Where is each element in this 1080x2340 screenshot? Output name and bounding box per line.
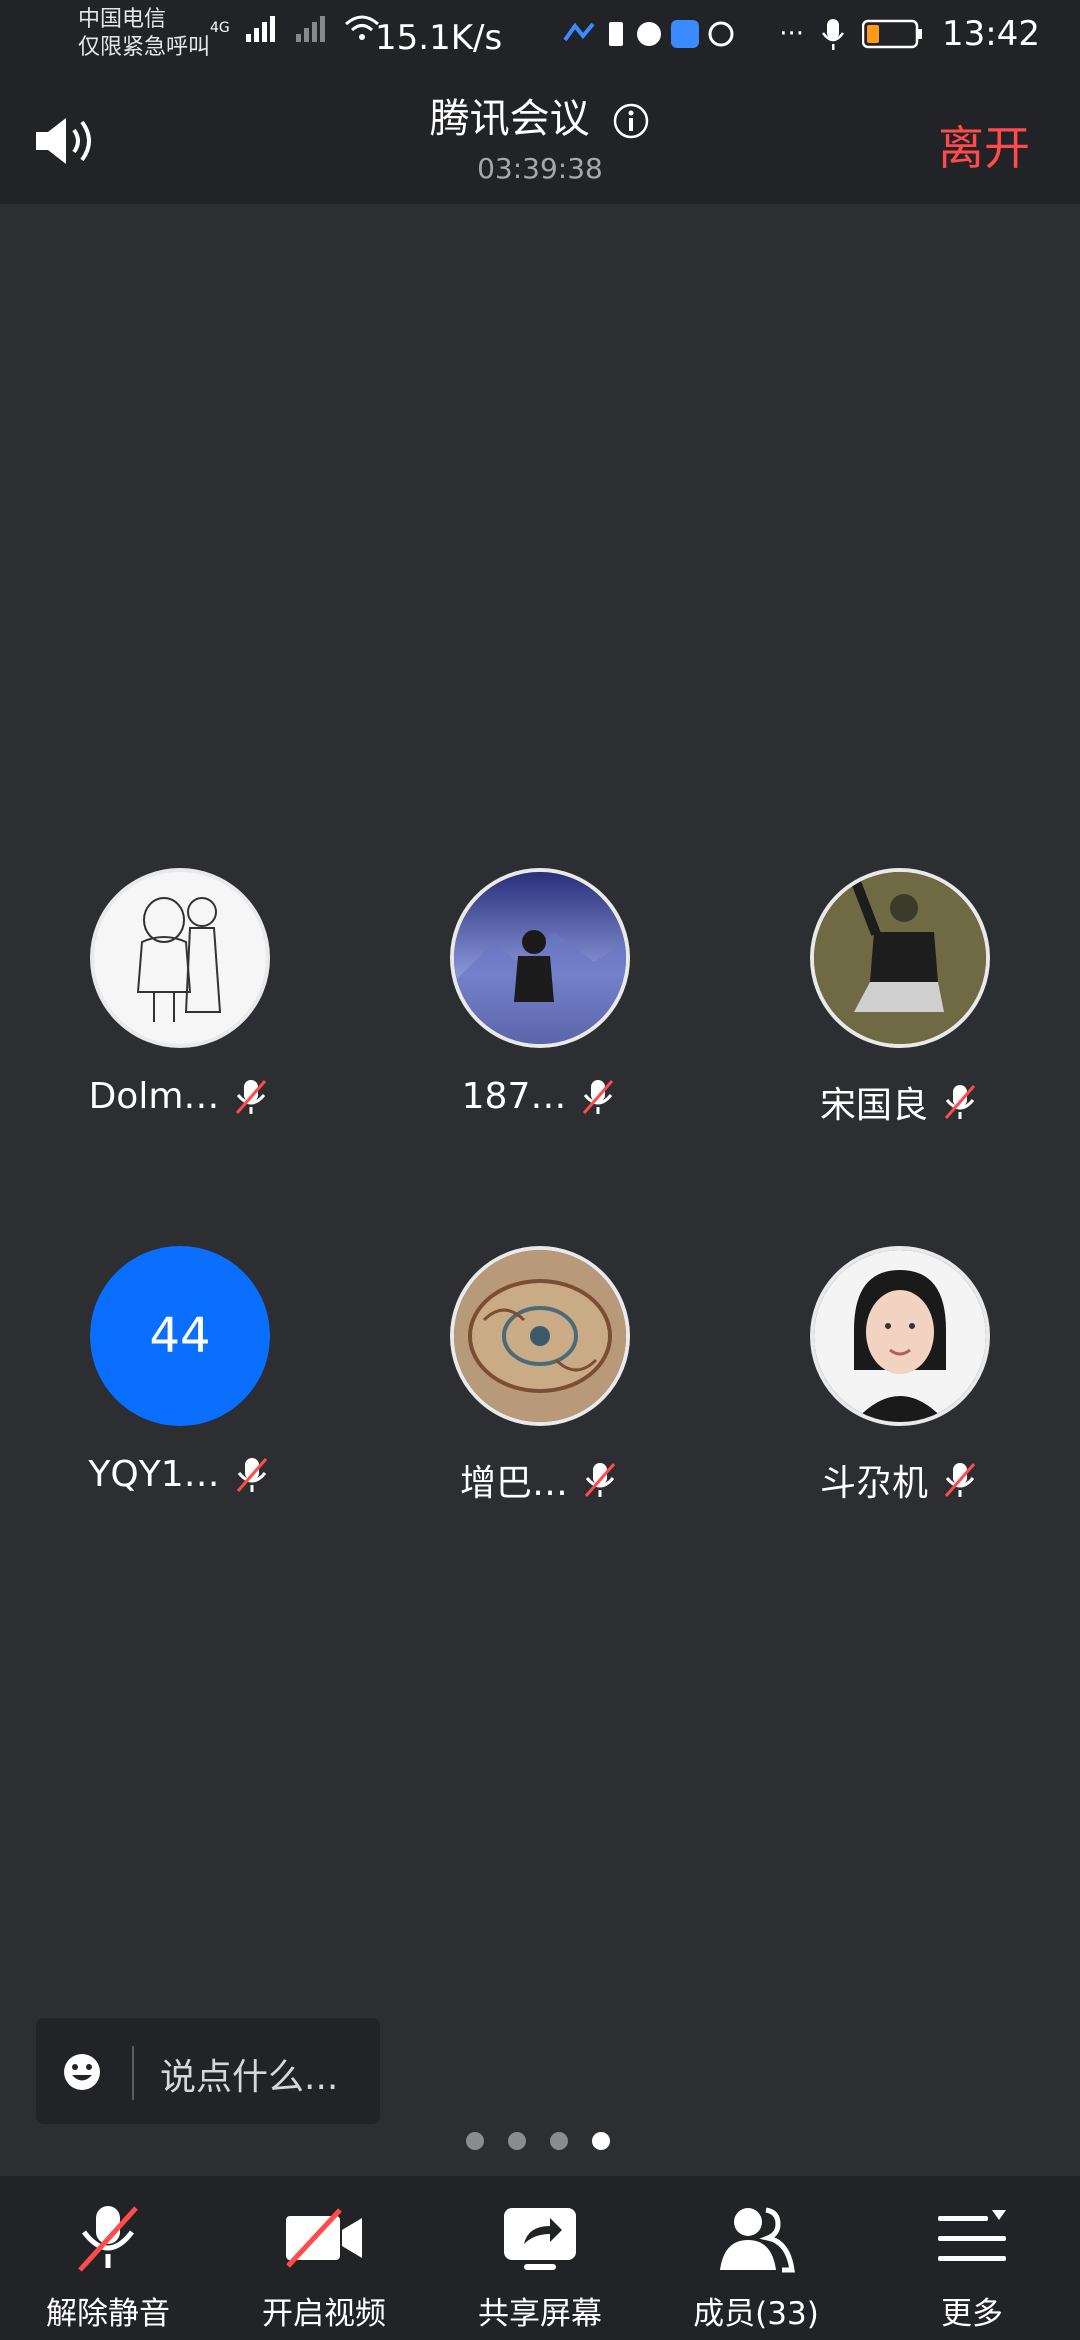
status-right: ··· 13:42 [561, 14, 1040, 54]
video-off-icon [286, 2208, 362, 2268]
notification-icons [563, 20, 734, 48]
signal-off-icon [295, 16, 325, 42]
chat-input[interactable]: 说点什么... [36, 2018, 380, 2124]
carrier-name: 中国电信 [78, 7, 167, 32]
avatar [450, 1246, 630, 1426]
meeting-duration: 03:39:38 [477, 152, 603, 185]
more-status-icon: ··· [779, 19, 805, 49]
avatar [810, 868, 990, 1048]
members-button[interactable]: 成员(33) [648, 2202, 864, 2333]
avatar [90, 868, 270, 1048]
participant-tile[interactable]: Dolm… [0, 868, 360, 1117]
page-dot-active[interactable] [592, 2132, 610, 2150]
mic-muted-icon [944, 1463, 976, 1497]
participant-name: 187… [461, 1076, 567, 1117]
network-type: 4G [210, 20, 230, 36]
leave-button[interactable]: 离开 [938, 112, 1030, 178]
avatar-initials: 44 [90, 1246, 270, 1426]
participant-name-row: YQY1… [0, 1454, 360, 1495]
participant-name-row: Dolm… [0, 1076, 360, 1117]
participant-tile[interactable]: 斗尕机 [720, 1246, 1080, 1506]
members-label: 成员(33) [693, 2296, 819, 2332]
participant-tile[interactable]: 增巴… [360, 1246, 720, 1506]
avatar-photo-image [814, 872, 986, 1044]
share-screen-icon [504, 2208, 576, 2270]
participant-tile[interactable]: 187… [360, 868, 720, 1117]
network-speed: 15.1K/s [375, 18, 503, 58]
mic-muted-icon [584, 1463, 616, 1497]
meeting-header: 腾讯会议 03:39:38 离开 [0, 72, 1080, 204]
participant-name: Dolm… [88, 1076, 220, 1117]
avatar-pattern-image [454, 1250, 626, 1422]
divider [132, 2046, 134, 2100]
participant-tile[interactable]: 宋国良 [720, 868, 1080, 1128]
emoji-icon[interactable] [62, 2052, 102, 2092]
battery-icon [862, 19, 923, 49]
avatar [810, 1246, 990, 1426]
page-dot[interactable] [550, 2132, 568, 2150]
more-label: 更多 [941, 2296, 1003, 2332]
mic-muted-icon [583, 1079, 614, 1114]
mic-muted-icon [78, 2206, 138, 2272]
participant-tile[interactable]: 44 YQY1… [0, 1246, 360, 1495]
chat-placeholder: 说点什么... [160, 2057, 339, 2098]
participant-name-row: 斗尕机 [720, 1454, 1080, 1506]
clock: 13:42 [942, 14, 1040, 54]
unmute-label: 解除静音 [46, 2296, 170, 2332]
meeting-title[interactable]: 腾讯会议 [0, 86, 1080, 144]
avatar [450, 868, 630, 1048]
status-bar: 中国电信 仅限紧急呼叫 4G 15.1K/s ··· 13:42 [0, 0, 1080, 72]
meeting-title-text: 腾讯会议 [429, 96, 590, 142]
avatar-stage-image [454, 872, 626, 1044]
signal-icon [245, 16, 275, 42]
start-video-button[interactable]: 开启视频 [216, 2202, 432, 2333]
avatar-portrait-image [814, 1250, 986, 1422]
participant-name: YQY1… [88, 1454, 220, 1495]
participant-name: 宋国良 [819, 1085, 928, 1126]
info-icon[interactable] [612, 102, 650, 140]
page-dot[interactable] [466, 2132, 484, 2150]
participant-name-row: 增巴… [360, 1454, 720, 1506]
share-screen-button[interactable]: 共享屏幕 [432, 2202, 648, 2333]
participant-name-row: 宋国良 [720, 1076, 1080, 1128]
unmute-button[interactable]: 解除静音 [0, 2202, 216, 2333]
more-menu-icon [938, 2210, 1006, 2261]
avatar-sketch-image [94, 872, 266, 1044]
participant-name: 斗尕机 [819, 1463, 928, 1504]
participant-name: 增巴… [459, 1463, 568, 1504]
page-dot[interactable] [508, 2132, 526, 2150]
bottom-toolbar: 解除静音 开启视频 共享屏幕 成员(33) 更多 [0, 2176, 1080, 2340]
members-icon [720, 2207, 795, 2273]
signal-icons: 4G [210, 14, 380, 42]
carrier-info: 中国电信 仅限紧急呼叫 [78, 6, 210, 62]
start-video-label: 开启视频 [262, 2296, 386, 2332]
mic-muted-icon [236, 1457, 267, 1492]
share-screen-label: 共享屏幕 [478, 2296, 602, 2332]
mic-status-icon [822, 19, 845, 50]
mic-muted-icon [236, 1079, 267, 1114]
participant-name-row: 187… [360, 1076, 720, 1117]
mic-muted-icon [944, 1085, 976, 1119]
carrier-status: 仅限紧急呼叫 [78, 35, 211, 60]
page-indicator [466, 2132, 610, 2150]
more-button[interactable]: 更多 [864, 2202, 1080, 2333]
